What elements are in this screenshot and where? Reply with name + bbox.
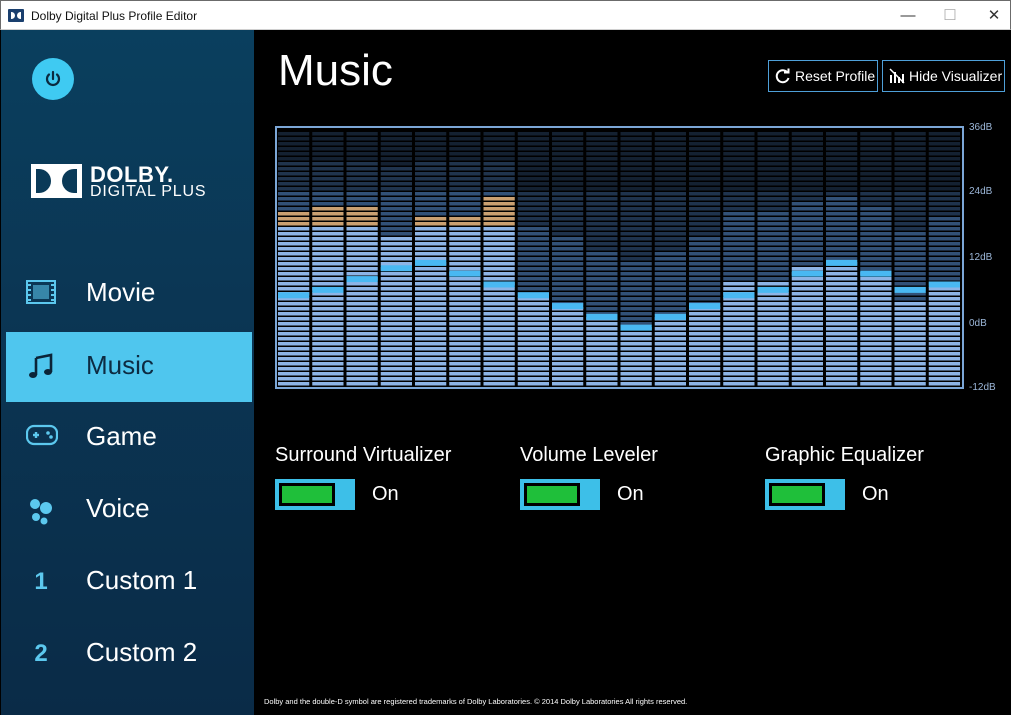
eq-marker[interactable] xyxy=(894,286,926,293)
volume-leveler-setting: Volume Leveler On xyxy=(520,444,760,514)
eq-marker[interactable] xyxy=(620,324,652,331)
nav-item-custom-1[interactable]: 1 Custom 1 xyxy=(6,547,252,617)
eq-marker[interactable] xyxy=(415,259,447,266)
graphic-equalizer-toggle[interactable] xyxy=(765,479,845,510)
toggle-state: On xyxy=(617,483,644,505)
toggle-state: On xyxy=(862,483,889,505)
maximize-button[interactable]: ☐ xyxy=(935,4,965,28)
db-label: 12dB xyxy=(969,252,993,263)
eq-band xyxy=(620,132,652,386)
db-label: 36dB xyxy=(969,122,993,133)
nav-label: Custom 1 xyxy=(86,565,198,595)
nav-label: Music xyxy=(86,350,154,380)
visualizer-bars xyxy=(278,132,960,386)
copyright-footer: Dolby and the double-D symbol are regist… xyxy=(264,697,688,706)
music-note-icon xyxy=(26,353,56,381)
eq-marker[interactable] xyxy=(928,281,960,288)
feature-label: Graphic Equalizer xyxy=(765,444,924,466)
power-button[interactable] xyxy=(32,58,74,100)
volume-leveler-toggle[interactable] xyxy=(520,479,600,510)
nav-label: Custom 2 xyxy=(86,637,198,667)
eq-band xyxy=(552,132,584,386)
eq-band xyxy=(723,132,755,386)
surround-virtualizer-setting: Surround Virtualizer On xyxy=(275,444,515,514)
eq-band xyxy=(380,132,412,386)
db-label: -12dB xyxy=(969,382,996,393)
graphic-equalizer-setting: Graphic Equalizer On xyxy=(765,444,1005,514)
nav-item-music[interactable]: Music xyxy=(6,332,252,402)
feature-label: Volume Leveler xyxy=(520,444,658,466)
gamepad-icon xyxy=(25,424,59,452)
eq-band xyxy=(791,132,823,386)
nav-label: Game xyxy=(86,421,157,451)
reset-profile-label: Reset Profile xyxy=(795,68,876,84)
eq-marker[interactable] xyxy=(346,276,378,283)
hide-visualizer-icon xyxy=(889,68,905,84)
logo-subtitle: DIGITAL PLUS xyxy=(90,183,207,200)
page-title: Music xyxy=(278,46,393,95)
db-label: 24dB xyxy=(969,186,993,197)
nav-label: Movie xyxy=(86,277,156,307)
dolby-app-icon xyxy=(8,9,24,22)
eq-marker[interactable] xyxy=(278,292,310,299)
eq-band xyxy=(860,132,892,386)
eq-band xyxy=(689,132,721,386)
eq-marker[interactable] xyxy=(380,265,412,272)
equalizer-visualizer xyxy=(275,126,964,389)
nav-item-game[interactable]: Game xyxy=(6,403,252,473)
nav-item-custom-2[interactable]: 2 Custom 2 xyxy=(6,619,252,689)
eq-band xyxy=(757,132,789,386)
nav-item-movie[interactable]: Movie xyxy=(6,259,252,329)
eq-band xyxy=(928,132,960,386)
eq-band xyxy=(415,132,447,386)
power-icon xyxy=(45,70,61,86)
close-button[interactable]: ✕ xyxy=(979,4,1009,28)
hide-visualizer-button[interactable]: Hide Visualizer xyxy=(882,60,1005,92)
film-icon xyxy=(26,280,56,308)
eq-marker[interactable] xyxy=(826,259,858,266)
eq-marker[interactable] xyxy=(757,286,789,293)
voice-icon xyxy=(26,496,56,525)
eq-band xyxy=(278,132,310,386)
number-one-icon: 1 xyxy=(34,568,48,595)
nav-label: Voice xyxy=(86,493,150,523)
eq-band xyxy=(346,132,378,386)
eq-band xyxy=(654,132,686,386)
hide-visualizer-label: Hide Visualizer xyxy=(909,68,1003,84)
eq-marker[interactable] xyxy=(517,292,549,299)
double-d-icon xyxy=(31,164,82,198)
db-label: 0dB xyxy=(969,318,987,329)
feature-label: Surround Virtualizer xyxy=(275,444,452,466)
eq-marker[interactable] xyxy=(586,313,618,320)
sidebar: DOLBY. DIGITAL PLUS Movie Music Game Voi… xyxy=(1,30,254,715)
eq-band xyxy=(826,132,858,386)
reset-profile-button[interactable]: Reset Profile xyxy=(768,60,878,92)
number-two-icon: 2 xyxy=(34,640,48,667)
eq-band xyxy=(517,132,549,386)
eq-marker[interactable] xyxy=(483,281,515,288)
eq-marker[interactable] xyxy=(654,313,686,320)
reset-icon xyxy=(775,68,790,84)
title-bar: Dolby Digital Plus Profile Editor — ☐ ✕ xyxy=(0,0,1011,30)
eq-marker[interactable] xyxy=(552,303,584,310)
eq-marker[interactable] xyxy=(312,286,344,293)
eq-marker[interactable] xyxy=(449,270,481,277)
eq-band xyxy=(449,132,481,386)
eq-band xyxy=(586,132,618,386)
eq-band xyxy=(894,132,926,386)
dolby-digital-plus-logo: DOLBY. DIGITAL PLUS xyxy=(31,162,211,202)
eq-marker[interactable] xyxy=(689,303,721,310)
window-title: Dolby Digital Plus Profile Editor xyxy=(31,9,198,23)
minimize-button[interactable]: — xyxy=(893,4,923,28)
eq-marker[interactable] xyxy=(791,270,823,277)
toggle-state: On xyxy=(372,483,399,505)
surround-virtualizer-toggle[interactable] xyxy=(275,479,355,510)
eq-band xyxy=(312,132,344,386)
nav-item-voice[interactable]: Voice xyxy=(6,475,252,545)
eq-band xyxy=(483,132,515,386)
eq-marker[interactable] xyxy=(723,292,755,299)
eq-marker[interactable] xyxy=(860,270,892,277)
